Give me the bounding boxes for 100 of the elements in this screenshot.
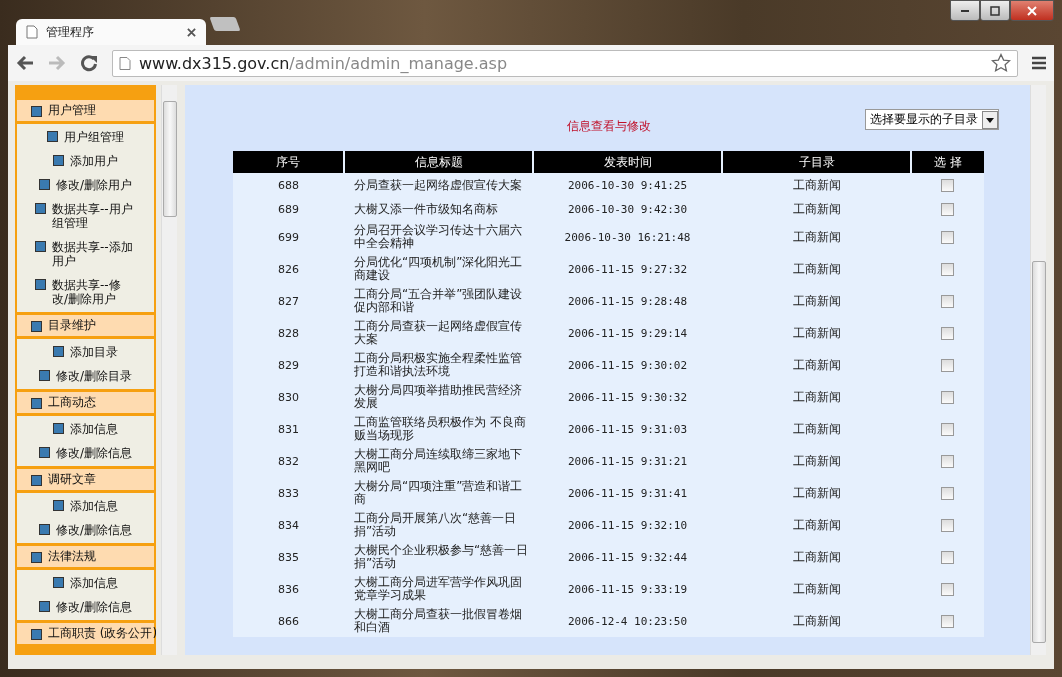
row-checkbox[interactable] [941,486,954,500]
menu-item[interactable]: 数据共享--添加用户 [23,238,148,270]
bullet-icon [53,423,64,434]
row-checkbox[interactable] [941,202,954,216]
menu-item[interactable]: 修改/删除信息 [23,444,148,462]
row-checkbox[interactable] [941,178,954,192]
menu-item[interactable]: 数据共享--用户组管理 [23,200,148,232]
row-checkbox[interactable] [941,582,954,596]
menu-item[interactable]: 修改/删除用户 [23,176,148,194]
menu-section-header[interactable]: 工商动态 [17,392,154,413]
forward-icon[interactable] [48,55,66,71]
row-checkbox[interactable] [941,326,954,340]
table-cell: 2006-11-15 9:33:19 [533,573,722,605]
table-cell: 688 [233,173,344,197]
table-cell: 2006-11-15 9:32:10 [533,509,722,541]
scrollbar[interactable] [161,85,177,655]
table-cell: 833 [233,477,344,509]
new-tab-button[interactable] [209,17,241,31]
maximize-icon [990,5,1000,16]
bullet-icon [38,524,50,535]
minimize-button[interactable] [950,0,980,21]
row-checkbox[interactable] [941,518,954,532]
menu-section-header[interactable]: 调研文章 [17,469,154,490]
browser-tab[interactable]: 管理程序 [16,19,206,45]
table-cell: 工商分局“五合并举”强团队建设促内部和谐 [344,285,533,317]
menu-item[interactable]: 添加用户 [23,152,148,170]
table-cell: 工商新闻 [722,221,911,253]
table-cell: 工商新闻 [722,509,911,541]
bullet-icon [53,577,64,588]
reload-icon[interactable] [80,54,98,72]
row-checkbox[interactable] [941,550,954,564]
menu-item[interactable]: 添加信息 [23,574,148,592]
table-cell: 工商新闻 [722,285,911,317]
minimize-icon [961,9,969,12]
table-cell: 2006-11-15 9:30:02 [533,349,722,381]
table-cell: 大榭分局四项举措助推民营经济发展 [344,381,533,413]
table-cell: 工商分局开展第八次“慈善一日捐”活动 [344,509,533,541]
bullet-icon [38,601,50,612]
table-cell: 2006-11-15 9:28:48 [533,285,722,317]
bullet-icon [35,241,46,252]
table-cell: 2006-11-15 9:32:44 [533,541,722,573]
table-cell: 834 [233,509,344,541]
row-checkbox[interactable] [941,614,954,628]
table-cell: 831 [233,413,344,445]
row-checkbox[interactable] [941,262,954,276]
table-cell: 工商新闻 [722,573,911,605]
scrollbar[interactable] [1030,85,1046,655]
back-icon[interactable] [16,55,34,71]
bullet-icon [38,447,50,458]
row-checkbox[interactable] [941,390,954,404]
menu-item[interactable]: 添加信息 [23,497,148,515]
menu-item[interactable]: 修改/删除目录 [23,367,148,385]
row-checkbox[interactable] [941,294,954,308]
table-cell: 2006-11-15 9:31:41 [533,477,722,509]
table-cell: 工商新闻 [722,445,911,477]
row-checkbox[interactable] [941,422,954,436]
bullet-icon [31,320,42,332]
bullet-icon [31,474,42,486]
table-cell: 829 [233,349,344,381]
menu-section-header[interactable]: 法律法规 [17,546,154,567]
table-cell: 工商新闻 [722,605,911,637]
menu-section-header[interactable]: 工商职责 (政务公开) [17,623,154,644]
close-icon[interactable] [187,27,196,37]
table-cell: 826 [233,253,344,285]
bullet-icon [53,155,64,166]
menu-icon[interactable] [1032,56,1046,70]
bullet-icon [38,370,50,381]
close-icon [1027,5,1037,16]
table-cell: 工商监管联络员积极作为 不良商贩当场现形 [344,413,533,445]
menu-item[interactable]: 添加目录 [23,343,148,361]
row-checkbox[interactable] [941,358,954,372]
menu-section-header[interactable]: 目录维护 [17,315,154,336]
subcategory-dropdown[interactable]: 选择要显示的子目录 [865,109,999,130]
table-cell: 大榭工商分局查获一批假冒卷烟和白酒 [344,605,533,637]
close-button[interactable] [1010,0,1054,21]
table-cell: 2006-11-15 9:31:21 [533,445,722,477]
table-cell: 2006-11-15 9:31:03 [533,413,722,445]
menu-item[interactable]: 修改/删除信息 [23,521,148,539]
bullet-icon [31,628,42,640]
table-cell: 工商分局积极实施全程柔性监管打造和谐执法环境 [344,349,533,381]
table-cell: 大榭工商分局进军营学作风巩固党章学习成果 [344,573,533,605]
table-cell: 工商新闻 [722,413,911,445]
menu-item[interactable]: 用户组管理 [23,128,148,146]
menu-item[interactable]: 添加信息 [23,420,148,438]
maximize-button[interactable] [980,0,1010,21]
table-cell: 分局查获一起网络虚假宣传大案 [344,173,533,197]
table-cell: 2006-11-15 9:30:32 [533,381,722,413]
table-cell: 大榭又添一件市级知名商标 [344,197,533,221]
table-cell: 689 [233,197,344,221]
table-cell: 828 [233,317,344,349]
row-checkbox[interactable] [941,230,954,244]
menu-section-header[interactable]: 用户管理 [17,100,154,121]
row-checkbox[interactable] [941,454,954,468]
menu-item[interactable]: 数据共享--修改/删除用户 [23,276,148,308]
table-cell: 2006-11-15 9:27:32 [533,253,722,285]
star-icon[interactable] [991,53,1011,73]
table-cell: 2006-11-15 9:29:14 [533,317,722,349]
address-bar[interactable]: www.dx315.gov.cn/admin/admin_manage.asp [112,49,1018,77]
bullet-icon [53,500,64,511]
menu-item[interactable]: 修改/删除信息 [23,598,148,616]
